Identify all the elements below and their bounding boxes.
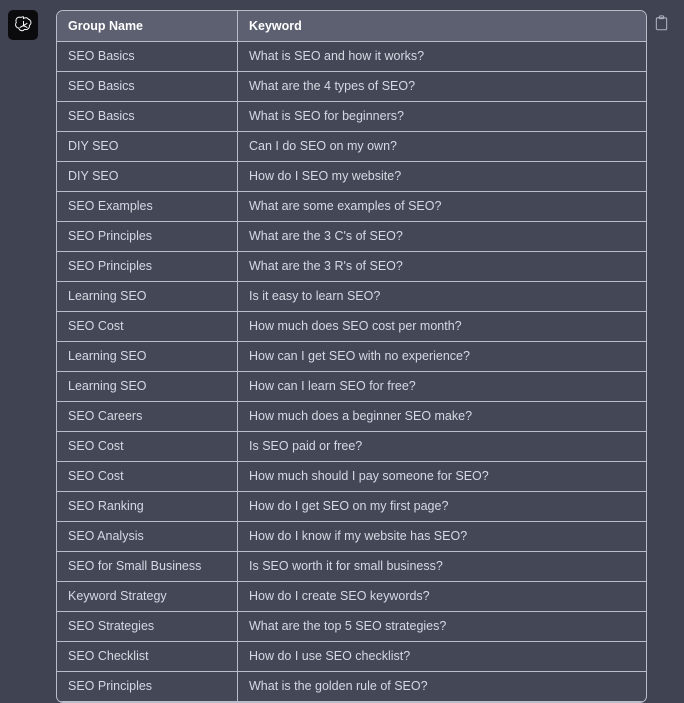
cell-keyword: How do I get SEO on my first page? bbox=[238, 492, 646, 522]
cell-group-name: SEO Principles bbox=[57, 222, 238, 252]
cell-group-name: SEO Checklist bbox=[57, 642, 238, 672]
table-row: DIY SEO How do I SEO my website? bbox=[57, 162, 646, 192]
cell-group-name: SEO Cost bbox=[57, 312, 238, 342]
table-row: SEO Principles What is the golden rule of… bbox=[57, 672, 646, 702]
table-row: SEO Checklist How do I use SEO checklist? bbox=[57, 642, 646, 672]
cell-group-name: SEO Strategies bbox=[57, 612, 238, 642]
cell-group-name: SEO Cost bbox=[57, 462, 238, 492]
table-row: SEO Cost Is SEO paid or free? bbox=[57, 432, 646, 462]
table-row: SEO Examples What are some examples of SE… bbox=[57, 192, 646, 222]
cell-group-name: DIY SEO bbox=[57, 162, 238, 192]
cell-keyword: How do I create SEO keywords? bbox=[238, 582, 646, 612]
cell-keyword: How much does a beginner SEO make? bbox=[238, 402, 646, 432]
table-row: Learning SEO How can I learn SEO for free… bbox=[57, 372, 646, 402]
cell-keyword: Is SEO paid or free? bbox=[238, 432, 646, 462]
cell-keyword: Is it easy to learn SEO? bbox=[238, 282, 646, 312]
table-header: Group Name Keyword bbox=[57, 11, 646, 42]
cell-group-name: Learning SEO bbox=[57, 372, 238, 402]
table-row: SEO Cost How much should I pay someone fo… bbox=[57, 462, 646, 492]
cell-keyword: What are the top 5 SEO strategies? bbox=[238, 612, 646, 642]
cell-group-name: SEO Basics bbox=[57, 72, 238, 102]
cell-keyword: What are some examples of SEO? bbox=[238, 192, 646, 222]
cell-group-name: Learning SEO bbox=[57, 282, 238, 312]
cell-keyword: What is SEO for beginners? bbox=[238, 102, 646, 132]
column-header-keyword: Keyword bbox=[238, 11, 646, 42]
cell-group-name: SEO Examples bbox=[57, 192, 238, 222]
assistant-avatar bbox=[8, 10, 38, 40]
table-row: SEO Principles What are the 3 C's of SEO? bbox=[57, 222, 646, 252]
cell-group-name: SEO for Small Business bbox=[57, 552, 238, 582]
cell-keyword: What are the 4 types of SEO? bbox=[238, 72, 646, 102]
cell-group-name: Learning SEO bbox=[57, 342, 238, 372]
cell-group-name: SEO Careers bbox=[57, 402, 238, 432]
cell-keyword: What are the 3 C's of SEO? bbox=[238, 222, 646, 252]
table-row: SEO for Small Business Is SEO worth it fo… bbox=[57, 552, 646, 582]
cell-group-name: SEO Principles bbox=[57, 672, 238, 702]
cell-group-name: SEO Analysis bbox=[57, 522, 238, 552]
cell-keyword: How can I learn SEO for free? bbox=[238, 372, 646, 402]
cell-keyword: What is SEO and how it works? bbox=[238, 42, 646, 72]
copy-to-clipboard-button[interactable] bbox=[652, 14, 670, 32]
table-row: SEO Basics What are the 4 types of SEO? bbox=[57, 72, 646, 102]
cell-keyword: How do I use SEO checklist? bbox=[238, 642, 646, 672]
cell-keyword: How do I know if my website has SEO? bbox=[238, 522, 646, 552]
cell-keyword: How can I get SEO with no experience? bbox=[238, 342, 646, 372]
cell-keyword: How much should I pay someone for SEO? bbox=[238, 462, 646, 492]
cell-keyword: Is SEO worth it for small business? bbox=[238, 552, 646, 582]
clipboard-copy-icon bbox=[654, 15, 669, 31]
table-header-row: Group Name Keyword bbox=[57, 11, 646, 42]
table-row: SEO Cost How much does SEO cost per month… bbox=[57, 312, 646, 342]
table-row: Learning SEO Is it easy to learn SEO? bbox=[57, 282, 646, 312]
cell-group-name: Keyword Strategy bbox=[57, 582, 238, 612]
cell-group-name: SEO Cost bbox=[57, 432, 238, 462]
table-row: SEO Strategies What are the top 5 SEO str… bbox=[57, 612, 646, 642]
cell-group-name: SEO Ranking bbox=[57, 492, 238, 522]
table-row: SEO Ranking How do I get SEO on my first … bbox=[57, 492, 646, 522]
table-row: Keyword Strategy How do I create SEO keyw… bbox=[57, 582, 646, 612]
keyword-groups-table: Group Name Keyword SEO Basics What is SEO… bbox=[56, 10, 647, 703]
table-row: SEO Basics What is SEO and how it works? bbox=[57, 42, 646, 72]
table-row: Learning SEO How can I get SEO with no ex… bbox=[57, 342, 646, 372]
cell-group-name: SEO Basics bbox=[57, 102, 238, 132]
column-header-group-name: Group Name bbox=[57, 11, 238, 42]
table-row: SEO Analysis How do I know if my website … bbox=[57, 522, 646, 552]
cell-keyword: How much does SEO cost per month? bbox=[238, 312, 646, 342]
cell-keyword: What is the golden rule of SEO? bbox=[238, 672, 646, 702]
cell-keyword: What are the 3 R's of SEO? bbox=[238, 252, 646, 282]
table-body: SEO Basics What is SEO and how it works? S… bbox=[57, 42, 646, 702]
cell-keyword: How do I SEO my website? bbox=[238, 162, 646, 192]
table-row: SEO Principles What are the 3 R's of SEO? bbox=[57, 252, 646, 282]
table-row: SEO Basics What is SEO for beginners? bbox=[57, 102, 646, 132]
assistant-message-body: Group Name Keyword SEO Basics What is SEO… bbox=[56, 10, 647, 703]
cell-keyword: Can I do SEO on my own? bbox=[238, 132, 646, 162]
table-row: SEO Careers How much does a beginner SEO … bbox=[57, 402, 646, 432]
cell-group-name: SEO Basics bbox=[57, 42, 238, 72]
cell-group-name: SEO Principles bbox=[57, 252, 238, 282]
cell-group-name: DIY SEO bbox=[57, 132, 238, 162]
table-row: DIY SEO Can I do SEO on my own? bbox=[57, 132, 646, 162]
openai-logo-icon bbox=[13, 15, 34, 36]
